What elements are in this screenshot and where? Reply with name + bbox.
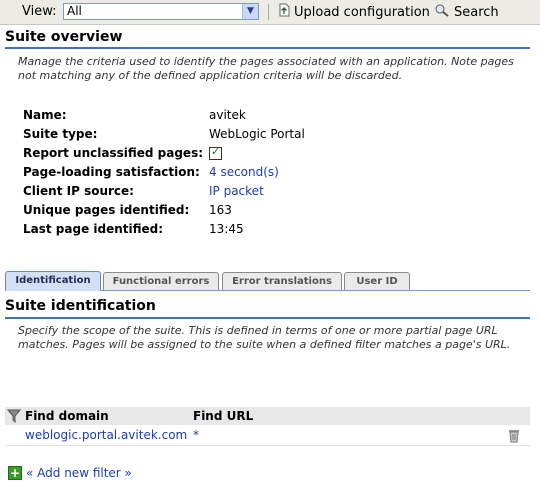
- filter-table-header: Find domain Find URL: [5, 407, 530, 425]
- tab-bar: Identification Functional errors Error t…: [5, 270, 530, 291]
- checkbox[interactable]: ✓: [209, 145, 222, 160]
- url-link[interactable]: *: [193, 428, 199, 442]
- add-new-filter-link[interactable]: « Add new filter »: [26, 466, 132, 480]
- property-value: 163: [209, 203, 232, 217]
- property-label: Report unclassified pages:: [23, 146, 204, 160]
- search-icon: [434, 3, 450, 21]
- property-value: avitek: [209, 108, 246, 122]
- search-button[interactable]: Search: [434, 3, 499, 21]
- check-icon: ✓: [211, 145, 221, 158]
- view-select[interactable]: All ▼: [63, 3, 259, 20]
- property-label: Page-loading satisfaction:: [23, 165, 200, 179]
- view-label: View:: [22, 4, 57, 19]
- tab-functional-errors[interactable]: Functional errors: [103, 272, 219, 290]
- view-select-value: All: [67, 4, 82, 18]
- table-row: weblogic.portal.avitek.com *: [5, 427, 530, 446]
- section-divider: [5, 317, 530, 319]
- property-label: Unique pages identified:: [23, 203, 190, 217]
- property-last-page: Last page identified: 13:45: [23, 222, 503, 240]
- page-loading-link[interactable]: 4 second(s): [209, 165, 279, 179]
- upload-configuration-button[interactable]: Upload configuration: [278, 3, 430, 21]
- property-label: Suite type:: [23, 127, 98, 141]
- column-find-domain: Find domain: [25, 409, 109, 423]
- property-label: Last page identified:: [23, 222, 164, 236]
- filter-icon: [6, 409, 22, 424]
- property-client-ip: Client IP source: IP packet: [23, 184, 503, 202]
- search-label: Search: [454, 4, 499, 20]
- report-unclassified-checkbox[interactable]: ✓: [209, 145, 222, 162]
- property-label: Client IP source:: [23, 184, 134, 198]
- toolbar-separator: [268, 4, 269, 20]
- property-report-unclassified: Report unclassified pages: ✓: [23, 145, 503, 164]
- tab-user-id[interactable]: User ID: [344, 272, 410, 290]
- suite-overview-description: Manage the criteria used to identify the…: [18, 55, 514, 82]
- upload-icon: [278, 3, 290, 21]
- chevron-down-icon[interactable]: ▼: [242, 4, 258, 19]
- upload-configuration-label: Upload configuration: [294, 4, 430, 20]
- domain-link[interactable]: weblogic.portal.avitek.com: [25, 428, 187, 442]
- suite-identification-description: Specify the scope of the suite. This is …: [18, 324, 511, 351]
- property-suite-type: Suite type: WebLogic Portal: [23, 127, 503, 145]
- add-new-filter[interactable]: + « Add new filter »: [8, 465, 132, 481]
- column-find-url: Find URL: [193, 409, 254, 423]
- suite-identification-title: Suite identification: [5, 298, 156, 314]
- plus-icon[interactable]: +: [8, 466, 22, 480]
- property-label: Name:: [23, 108, 67, 122]
- section-divider: [5, 47, 530, 49]
- tab-identification[interactable]: Identification: [5, 271, 101, 291]
- property-value: 13:45: [209, 222, 244, 236]
- property-page-loading: Page-loading satisfaction: 4 second(s): [23, 165, 503, 183]
- tab-error-translations[interactable]: Error translations: [222, 272, 342, 290]
- toolbar: View: All ▼ Upload configuration Search: [0, 0, 540, 25]
- trash-icon[interactable]: [508, 428, 520, 443]
- client-ip-link[interactable]: IP packet: [209, 184, 264, 198]
- property-name: Name: avitek: [23, 108, 503, 126]
- property-value: WebLogic Portal: [209, 127, 305, 141]
- property-unique-pages: Unique pages identified: 163: [23, 203, 503, 221]
- suite-overview-title: Suite overview: [5, 29, 123, 45]
